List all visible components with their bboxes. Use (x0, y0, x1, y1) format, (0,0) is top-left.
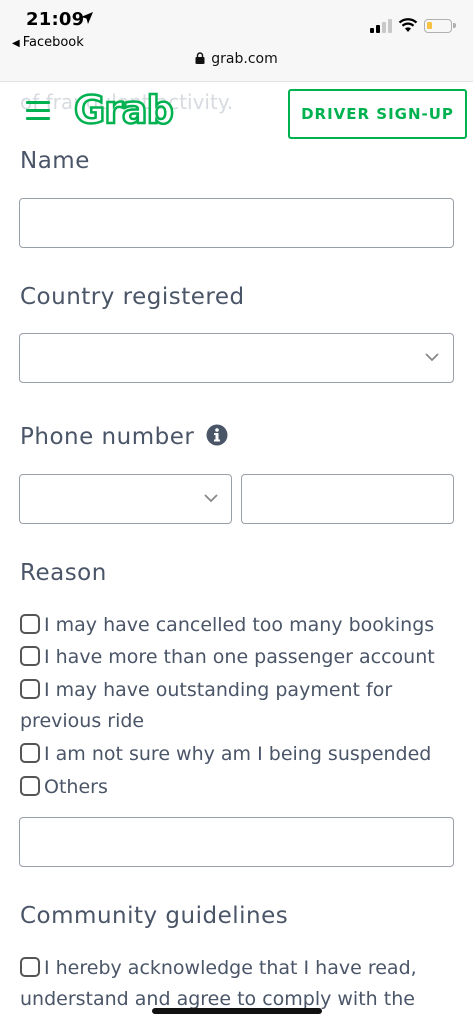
checkbox[interactable] (20, 743, 40, 763)
reason-option-outstanding-payment[interactable]: I may have outstanding payment for (20, 679, 392, 701)
address-bar[interactable]: grab.com (0, 48, 473, 82)
chevron-down-icon (425, 353, 439, 362)
checkbox[interactable] (20, 614, 40, 634)
reason-option-label: I may have cancelled too many bookings (44, 614, 435, 636)
reason-option-label: I have more than one passenger account (44, 646, 435, 668)
cellular-signal-icon (370, 19, 392, 33)
reason-option-label-continued: previous ride (20, 710, 145, 732)
battery-icon (424, 19, 456, 33)
guidelines-label: Community guidelines (20, 903, 289, 929)
chevron-down-icon (204, 494, 218, 503)
status-bar: 21:09 ◀ Facebook (0, 0, 473, 52)
checkbox[interactable] (20, 679, 40, 699)
battery-level (427, 22, 432, 29)
driver-signup-button[interactable]: DRIVER SIGN-UP (288, 89, 467, 139)
checkbox[interactable] (20, 776, 40, 796)
phone-label: Phone number (20, 424, 228, 450)
reason-option-label: I am not sure why am I being suspended (44, 743, 432, 765)
lock-icon (195, 52, 205, 64)
acknowledge-label-continued: understand and agree to comply with the (20, 988, 415, 1010)
clock: 21:09 (26, 9, 85, 30)
country-select[interactable] (19, 333, 454, 383)
phone-label-text: Phone number (20, 424, 195, 450)
reason-option-others[interactable]: Others (20, 776, 108, 798)
reason-option-label: Others (44, 776, 108, 798)
wifi-icon (398, 18, 418, 32)
grab-logo[interactable]: Grab (73, 87, 175, 134)
name-input[interactable] (19, 198, 454, 248)
reason-option-cancelled[interactable]: I may have cancelled too many bookings (20, 614, 434, 636)
reason-label: Reason (20, 560, 107, 586)
reason-option-multiple-accounts[interactable]: I have more than one passenger account (20, 646, 435, 668)
checkbox[interactable] (20, 957, 40, 977)
home-indicator[interactable] (152, 1008, 322, 1014)
other-reason-input[interactable] (19, 817, 454, 867)
reason-option-label: I may have outstanding payment for (44, 679, 393, 701)
reason-option-not-sure[interactable]: I am not sure why am I being suspended (20, 743, 431, 765)
acknowledge-guidelines[interactable]: I hereby acknowledge that I have read, (20, 957, 417, 979)
hamburger-icon[interactable] (26, 101, 50, 121)
checkbox[interactable] (20, 646, 40, 666)
url-text: grab.com (211, 51, 278, 67)
acknowledge-label: I hereby acknowledge that I have read, (44, 957, 417, 979)
info-icon[interactable] (206, 424, 228, 446)
location-arrow-icon (81, 12, 93, 24)
country-code-select[interactable] (19, 474, 232, 524)
name-label: Name (20, 148, 90, 174)
phone-number-input[interactable] (241, 474, 454, 524)
country-label: Country registered (20, 284, 245, 310)
site-header: of fraudulent activity. Grab DRIVER SIGN… (0, 82, 473, 144)
